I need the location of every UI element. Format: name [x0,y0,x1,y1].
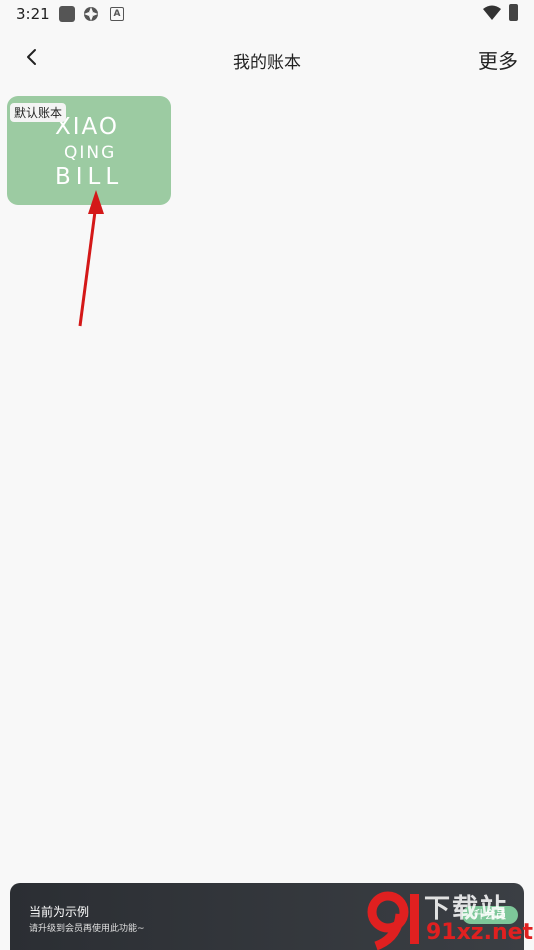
banner-subtitle: 请升级到会员再使用此功能~ [29,924,145,934]
upgrade-button[interactable]: 升会员 [462,906,518,924]
annotation-arrow [78,190,104,327]
banner-title: 当前为示例 [29,905,90,919]
sample-banner: 当前为示例 请升级到会员再使用此功能~ 升会员 [10,883,524,950]
